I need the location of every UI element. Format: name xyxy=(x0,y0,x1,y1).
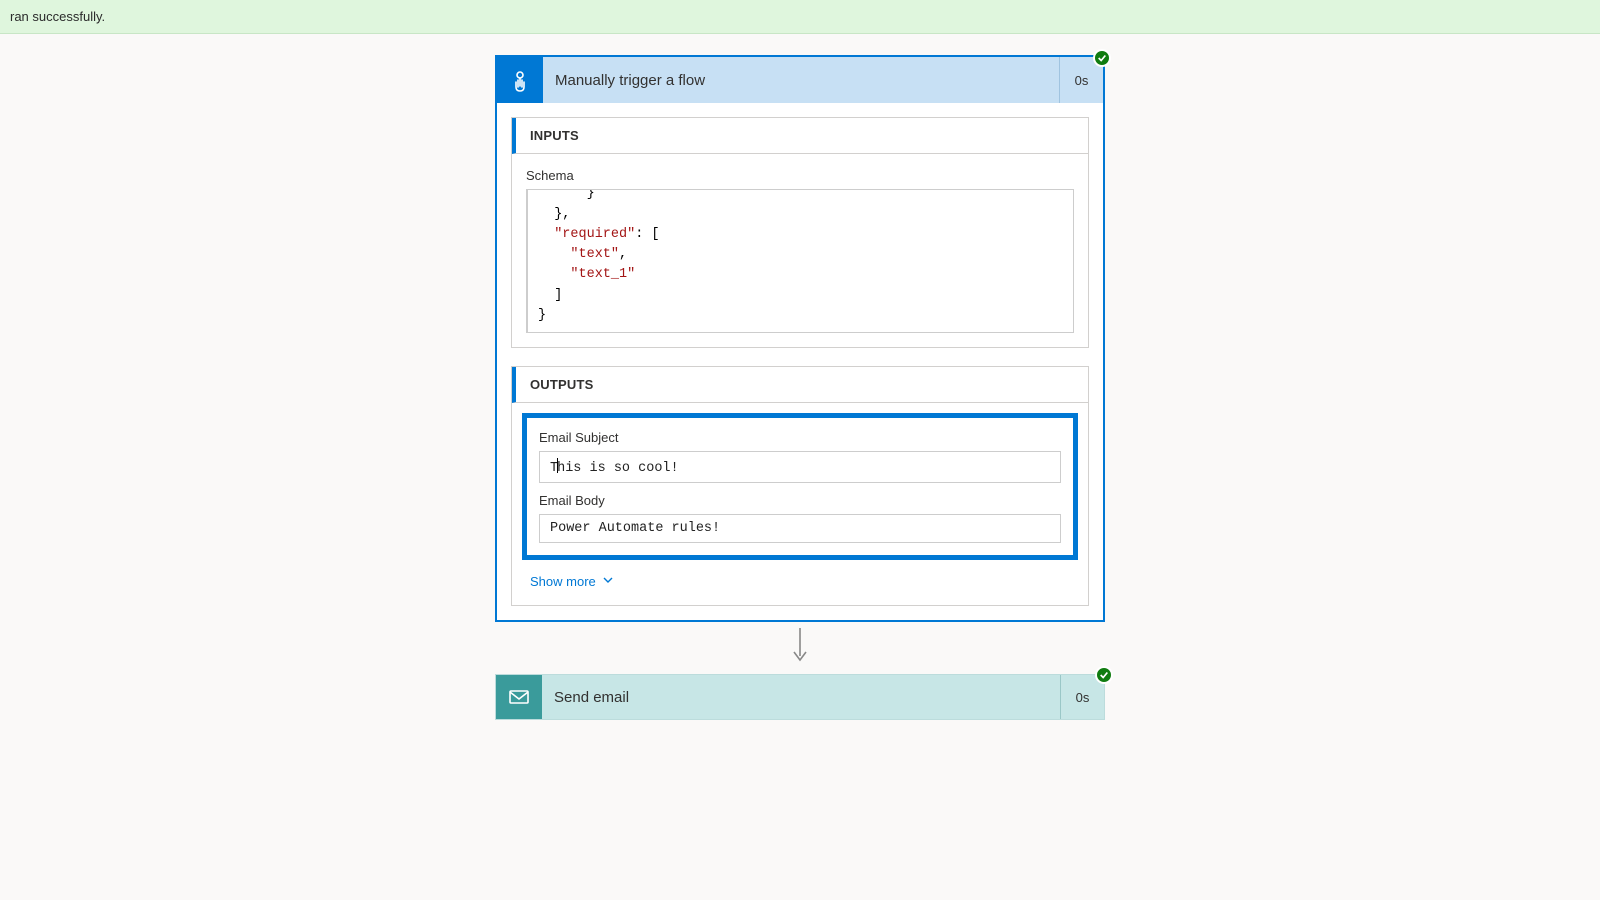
success-check-icon xyxy=(1093,49,1111,67)
show-more-label: Show more xyxy=(530,574,596,589)
trigger-card[interactable]: Manually trigger a flow 0s INPUTS Schema… xyxy=(495,55,1105,622)
manual-trigger-icon xyxy=(497,57,543,103)
schema-label: Schema xyxy=(526,168,1074,183)
success-check-icon xyxy=(1095,666,1113,684)
trigger-title: Manually trigger a flow xyxy=(543,57,1059,103)
chevron-down-icon xyxy=(602,574,614,589)
action-title: Send email xyxy=(542,675,1060,719)
show-more-link[interactable]: Show more xyxy=(526,574,614,589)
inputs-header: INPUTS xyxy=(512,118,1088,154)
mail-icon xyxy=(496,675,542,719)
arrow-connector-icon xyxy=(495,622,1105,674)
outputs-header: OUTPUTS xyxy=(512,367,1088,403)
inputs-body: Schema "x-ms-content-hint": "TEXT" } }, … xyxy=(512,154,1088,347)
trigger-body: INPUTS Schema "x-ms-content-hint": "TEXT… xyxy=(497,103,1103,620)
trigger-header[interactable]: Manually trigger a flow 0s xyxy=(497,57,1103,103)
outputs-highlight: Email Subject This is so cool! Email Bod… xyxy=(522,413,1078,560)
email-subject-value[interactable]: This is so cool! xyxy=(539,451,1061,483)
send-email-card[interactable]: Send email 0s xyxy=(495,674,1105,720)
schema-textarea[interactable]: "x-ms-content-hint": "TEXT" } }, "requir… xyxy=(526,189,1074,333)
outputs-panel: OUTPUTS Email Subject This is so cool! E… xyxy=(511,366,1089,606)
email-body-label: Email Body xyxy=(539,493,1061,508)
email-body-value[interactable]: Power Automate rules! xyxy=(539,514,1061,543)
connector-container xyxy=(495,622,1105,674)
outputs-body: Email Subject This is so cool! Email Bod… xyxy=(512,403,1088,605)
inputs-panel: INPUTS Schema "x-ms-content-hint": "TEXT… xyxy=(511,117,1089,348)
flow-canvas: Manually trigger a flow 0s INPUTS Schema… xyxy=(0,0,1600,900)
email-subject-label: Email Subject xyxy=(539,430,1061,445)
action-header[interactable]: Send email 0s xyxy=(495,674,1105,720)
